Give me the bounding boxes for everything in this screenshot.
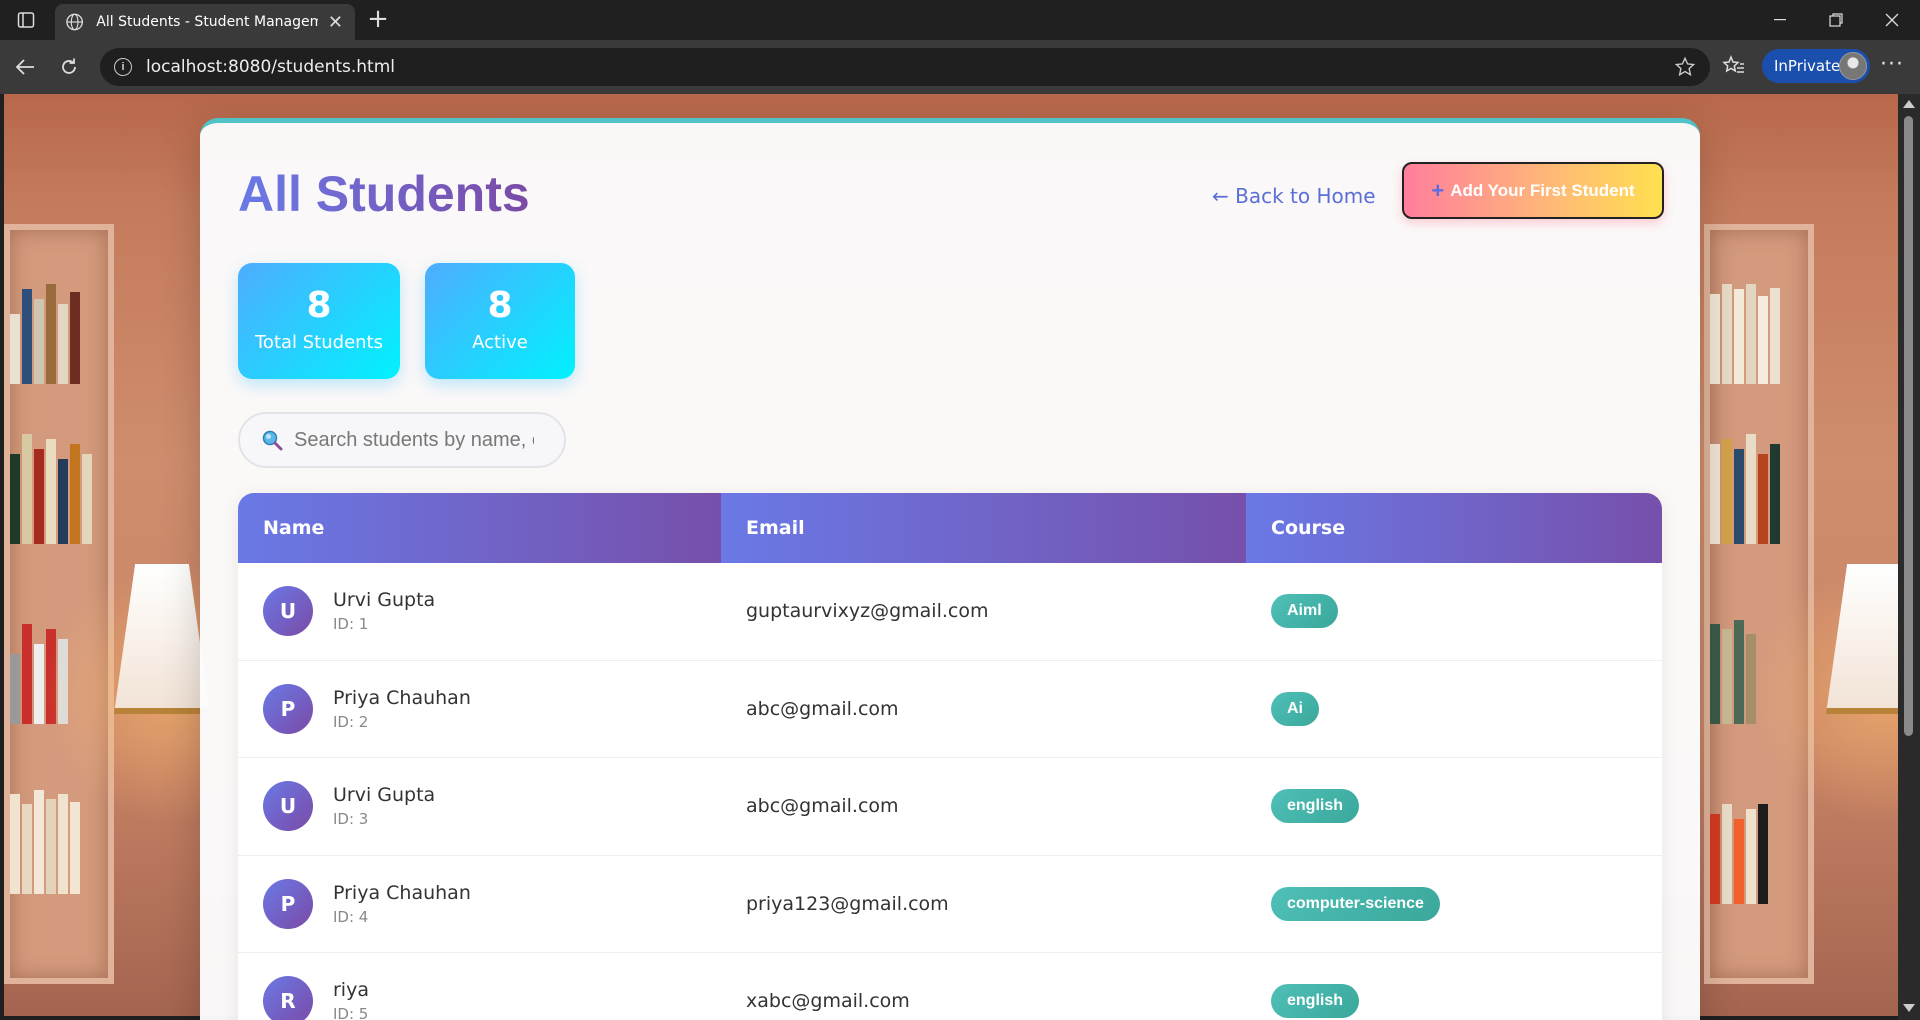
student-id: ID: 4 [333, 907, 369, 926]
student-email: xabc@gmail.com [746, 990, 910, 1013]
course-badge: Ai [1271, 691, 1319, 726]
course-cell: Aiml [1246, 563, 1662, 660]
name-cell: R riya ID: 5 [238, 953, 721, 1020]
course-badge: computer-science [1271, 886, 1440, 921]
course-cell: english [1246, 953, 1662, 1020]
avatar: P [263, 878, 313, 929]
browser-titlebar: All Students - Student Management ✕ + [0, 0, 1920, 40]
column-header-name[interactable]: Name [238, 493, 721, 563]
books-left-1 [10, 274, 80, 384]
tab-actions-icon[interactable] [10, 8, 42, 32]
scroll-up-arrow-icon[interactable] [1903, 100, 1915, 108]
stat-label: Active [472, 332, 528, 353]
back-to-home-link[interactable]: ← Back to Home [1212, 184, 1376, 208]
student-name: Priya Chauhan [333, 881, 471, 904]
books-left-4 [10, 784, 80, 894]
student-id: ID: 2 [333, 712, 369, 731]
email-cell: xabc@gmail.com [721, 953, 1246, 1020]
inprivate-label: InPrivate [1774, 57, 1841, 75]
stat-total-students: 8 Total Students [238, 263, 400, 379]
search-input[interactable] [294, 428, 534, 452]
address-bar[interactable]: i localhost:8080/students.html [100, 48, 1710, 86]
student-id: ID: 3 [333, 810, 369, 829]
new-tab-icon[interactable]: + [364, 6, 392, 34]
books-right-3 [1710, 614, 1756, 724]
table-row[interactable]: P Priya Chauhan ID: 2 abc@gmail.com Ai [238, 660, 1662, 758]
column-header-email[interactable]: Email [721, 493, 1246, 563]
profile-avatar-icon [1839, 52, 1867, 80]
column-header-course[interactable]: Course [1246, 493, 1662, 563]
avatar: U [263, 781, 313, 832]
stat-value: 8 [487, 285, 513, 326]
add-button-label: Add Your First Student [1450, 180, 1635, 200]
table-header: Name Email Course [238, 493, 1662, 563]
course-badge: Aiml [1271, 594, 1338, 629]
close-window-icon[interactable] [1864, 0, 1920, 40]
name-cell: U Urvi Gupta ID: 3 [238, 758, 721, 855]
student-name: riya [333, 979, 369, 1002]
course-cell: computer-science [1246, 856, 1662, 953]
site-info-icon[interactable]: i [114, 58, 132, 76]
student-name: Urvi Gupta [333, 589, 436, 612]
avatar: U [263, 586, 313, 637]
add-first-student-button[interactable]: + Add Your First Student [1402, 162, 1664, 219]
inprivate-badge[interactable]: InPrivate [1762, 49, 1870, 83]
search-icon [262, 430, 283, 451]
tab-title: All Students - Student Management [96, 14, 318, 30]
maximize-icon[interactable] [1808, 0, 1864, 40]
books-right-1 [1710, 274, 1780, 384]
browser-tab[interactable]: All Students - Student Management ✕ [55, 4, 355, 40]
table-row[interactable]: U Urvi Gupta ID: 1 guptaurvixyz@gmail.co… [238, 563, 1662, 661]
email-cell: abc@gmail.com [721, 758, 1246, 855]
page-scrollbar[interactable] [1898, 94, 1920, 1020]
name-cell: P Priya Chauhan ID: 4 [238, 856, 721, 953]
name-cell: U Urvi Gupta ID: 1 [238, 563, 721, 660]
books-left-2 [10, 424, 92, 544]
email-cell: abc@gmail.com [721, 661, 1246, 758]
stat-value: 8 [306, 285, 332, 326]
email-cell: guptaurvixyz@gmail.com [721, 563, 1246, 660]
student-email: guptaurvixyz@gmail.com [746, 600, 989, 623]
books-right-2 [1710, 424, 1780, 544]
search-box[interactable] [238, 412, 566, 468]
avatar: P [263, 683, 313, 734]
minimize-icon[interactable] [1752, 0, 1808, 40]
scroll-down-arrow-icon[interactable] [1903, 1004, 1915, 1012]
student-email: abc@gmail.com [746, 795, 899, 818]
email-cell: priya123@gmail.com [721, 856, 1246, 953]
table-row[interactable]: U Urvi Gupta ID: 3 abc@gmail.com english [238, 758, 1662, 856]
table-row[interactable]: R riya ID: 5 xabc@gmail.com english [238, 953, 1662, 1020]
students-card: All Students ← Back to Home + Add Your F… [200, 118, 1700, 1020]
page-title: All Students [238, 166, 530, 222]
course-badge: english [1271, 789, 1360, 824]
course-cell: english [1246, 758, 1662, 855]
student-name: Urvi Gupta [333, 784, 436, 807]
avatar: R [263, 976, 313, 1020]
course-badge: english [1271, 984, 1360, 1019]
student-id: ID: 1 [333, 615, 369, 634]
students-table: Name Email Course U Urvi Gupta ID: 1 gup… [238, 493, 1662, 1020]
stat-label: Total Students [255, 332, 383, 353]
name-cell: P Priya Chauhan ID: 2 [238, 661, 721, 758]
favorite-star-icon[interactable] [1674, 56, 1696, 83]
browser-toolbar: i localhost:8080/students.html InPrivate… [0, 40, 1920, 94]
student-id: ID: 5 [333, 1005, 369, 1020]
books-right-4 [1710, 794, 1768, 904]
more-menu-icon[interactable]: ··· [1880, 52, 1904, 77]
plus-icon: + [1431, 177, 1445, 203]
stat-active: 8 Active [425, 263, 575, 379]
table-row[interactable]: P Priya Chauhan ID: 4 priya123@gmail.com… [238, 855, 1662, 953]
url-text: localhost:8080/students.html [146, 57, 395, 77]
student-name: Priya Chauhan [333, 686, 471, 709]
student-email: priya123@gmail.com [746, 892, 949, 915]
globe-icon [66, 13, 84, 31]
favorites-icon[interactable] [1722, 54, 1746, 83]
student-email: abc@gmail.com [746, 697, 899, 720]
close-tab-icon[interactable]: ✕ [326, 12, 345, 33]
reload-icon[interactable] [52, 50, 86, 84]
scrollbar-thumb[interactable] [1904, 116, 1913, 736]
back-arrow-icon[interactable] [8, 50, 42, 84]
course-cell: Ai [1246, 661, 1662, 758]
